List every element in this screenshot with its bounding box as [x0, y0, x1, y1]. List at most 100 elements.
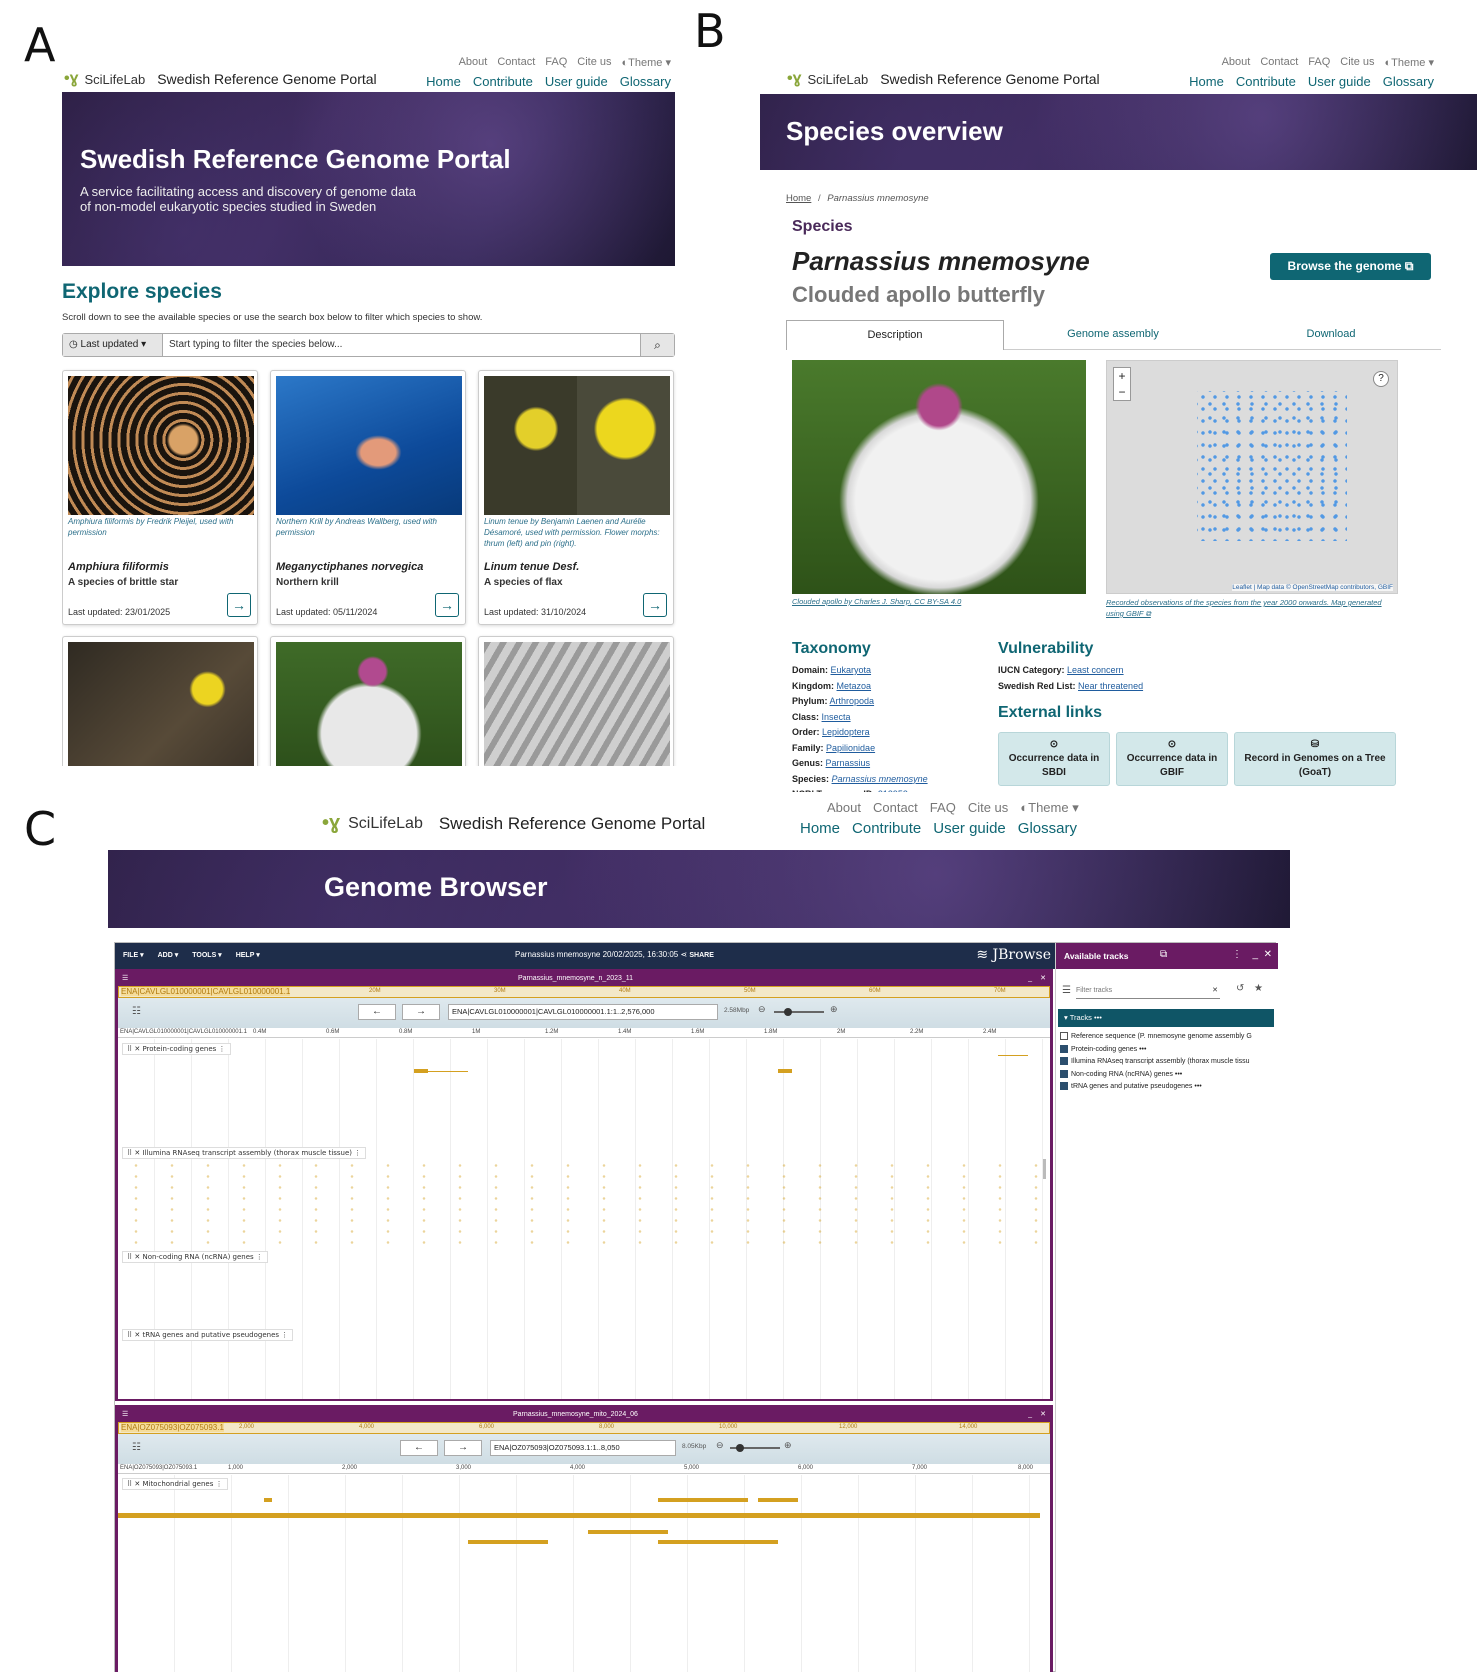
- minimize-icon[interactable]: _: [1028, 1408, 1032, 1422]
- clear-icon[interactable]: ✕: [1212, 983, 1218, 999]
- minimize-icon[interactable]: _: [1028, 972, 1032, 986]
- tracks-area[interactable]: ⠿ ✕ Mitochondrial genes ⋮: [118, 1475, 1050, 1672]
- close-icon[interactable]: ✕: [1040, 1408, 1046, 1422]
- track-item-ncrna[interactable]: Non-coding RNA (ncRNA) genes •••: [1060, 1069, 1278, 1082]
- site-logo[interactable]: •ɣ SciLifeLab Swedish Reference Genome P…: [787, 70, 1100, 88]
- arrow-right-icon[interactable]: →: [435, 593, 459, 617]
- menu-help[interactable]: HELP ▾: [236, 951, 260, 959]
- track-header[interactable]: ⠿ ✕ Non-coding RNA (ncRNA) genes ⋮: [122, 1251, 268, 1263]
- view-menu-icon[interactable]: ☰: [122, 1408, 128, 1422]
- more-menu-icon[interactable]: ⋮: [1232, 949, 1242, 960]
- checkbox-checked[interactable]: [1060, 1069, 1068, 1078]
- gene-feature[interactable]: [658, 1540, 778, 1544]
- map-caption[interactable]: Recorded observations of the species fro…: [1106, 597, 1398, 619]
- faq-link[interactable]: FAQ: [1308, 56, 1330, 69]
- arrow-right-icon[interactable]: →: [227, 593, 251, 617]
- help-icon[interactable]: ?: [1373, 371, 1389, 387]
- cite-link[interactable]: Cite us: [1340, 56, 1374, 69]
- nav-glossary[interactable]: Glossary: [1018, 820, 1077, 837]
- occurrence-map[interactable]: + − ? Leaflet | Map data © OpenStreetMap …: [1106, 360, 1398, 594]
- track-selector-icon[interactable]: ☷: [132, 1442, 141, 1453]
- drag-handle-icon[interactable]: ⠿ ✕: [127, 1480, 142, 1488]
- zoom-slider[interactable]: [774, 1008, 824, 1016]
- close-icon[interactable]: ✕: [1264, 949, 1272, 960]
- zoom-out-icon[interactable]: ⊖: [716, 1440, 724, 1451]
- search-icon[interactable]: ⌕: [640, 334, 674, 356]
- sort-dropdown[interactable]: ◷ Last updated ▾: [63, 334, 163, 356]
- cite-link[interactable]: Cite us: [968, 800, 1008, 816]
- scrollbar[interactable]: [1043, 1159, 1046, 1179]
- zoom-in-icon[interactable]: +: [1114, 368, 1130, 384]
- favorite-star-icon[interactable]: ★: [1254, 983, 1263, 994]
- zoom-in-icon[interactable]: ⊕: [830, 1004, 838, 1015]
- taxonomy-value[interactable]: Arthropoda: [830, 696, 875, 706]
- map-zoom-controls[interactable]: + −: [1113, 367, 1131, 401]
- gbif-link-button[interactable]: ⊙ Occurrence data in GBIF: [1116, 732, 1228, 786]
- search-input[interactable]: Start typing to filter the species below…: [169, 334, 342, 356]
- drag-handle-icon[interactable]: ⠿ ✕: [127, 1045, 142, 1053]
- pan-left-button[interactable]: ←: [358, 1004, 396, 1020]
- taxonomy-value[interactable]: Parnassius mnemosyne: [832, 774, 928, 784]
- track-header[interactable]: ⠿ ✕ Mitochondrial genes ⋮: [122, 1478, 228, 1490]
- iucn-value[interactable]: Least concern: [1067, 665, 1124, 675]
- nav-contribute[interactable]: Contribute: [473, 74, 533, 89]
- tab-genome-assembly[interactable]: Genome assembly: [1004, 320, 1222, 350]
- photo-caption[interactable]: Clouded apollo by Charles J. Sharp, CC B…: [792, 597, 961, 606]
- zoom-in-icon[interactable]: ⊕: [784, 1440, 792, 1451]
- species-card[interactable]: Linum tenue by Benjamin Laenen and Aurél…: [478, 370, 674, 625]
- drag-handle-icon[interactable]: ⠿ ✕: [127, 1331, 142, 1339]
- overview-scale[interactable]: ENA|OZ075093|OZ075093.1 2,000 4,000 6,00…: [118, 1422, 1050, 1434]
- nav-glossary[interactable]: Glossary: [1383, 74, 1434, 89]
- tab-description[interactable]: Description: [786, 320, 1004, 350]
- cite-link[interactable]: Cite us: [577, 56, 611, 69]
- redlist-value[interactable]: Near threatened: [1078, 681, 1143, 691]
- gene-feature[interactable]: [588, 1530, 668, 1534]
- taxonomy-value[interactable]: Metazoa: [837, 681, 872, 691]
- checkbox-unchecked[interactable]: [1060, 1032, 1068, 1041]
- species-card[interactable]: [62, 636, 258, 766]
- session-name[interactable]: Parnassius mnemosyne 20/02/2025, 16:30:0…: [515, 950, 678, 959]
- track-item-protein-coding[interactable]: Protein-coding genes •••: [1060, 1044, 1278, 1057]
- zoom-out-icon[interactable]: ⊖: [758, 1004, 766, 1015]
- faq-link[interactable]: FAQ: [930, 800, 956, 816]
- track-header[interactable]: ⠿ ✕ Protein-coding genes ⋮: [122, 1043, 231, 1055]
- history-icon[interactable]: ↺: [1236, 983, 1244, 994]
- pan-left-button[interactable]: ←: [400, 1440, 438, 1456]
- theme-dropdown[interactable]: ◐Theme ▾: [1385, 56, 1434, 69]
- species-card[interactable]: [270, 636, 466, 766]
- tracks-category-header[interactable]: ▾ Tracks •••: [1058, 1009, 1274, 1027]
- nav-contribute[interactable]: Contribute: [1236, 74, 1296, 89]
- gene-feature[interactable]: [468, 1540, 548, 1544]
- gene-feature[interactable]: [658, 1498, 748, 1502]
- site-logo[interactable]: •ɣ SciLifeLab Swedish Reference Genome P…: [64, 70, 377, 88]
- taxonomy-value[interactable]: Lepidoptera: [822, 727, 870, 737]
- pan-right-button[interactable]: →: [444, 1440, 482, 1456]
- about-link[interactable]: About: [827, 800, 861, 816]
- taxonomy-value[interactable]: Parnassius: [826, 758, 871, 768]
- checkbox-checked[interactable]: [1060, 1044, 1068, 1053]
- menu-file[interactable]: FILE ▾: [123, 951, 144, 959]
- menu-icon[interactable]: ☰: [1062, 985, 1071, 996]
- view-menu-icon[interactable]: ☰: [122, 972, 128, 986]
- nav-home[interactable]: Home: [800, 820, 840, 837]
- taxonomy-value[interactable]: Insecta: [822, 712, 851, 722]
- track-header[interactable]: ⠿ ✕ Illumina RNAseq transcript assembly …: [122, 1147, 367, 1159]
- locus-input[interactable]: ENA|CAVLGL010000001|CAVLGL010000001.1:1.…: [448, 1004, 718, 1020]
- track-item-rnaseq[interactable]: Illumina RNAseq transcript assembly (tho…: [1060, 1056, 1278, 1069]
- gene-feature[interactable]: [414, 1069, 428, 1073]
- arrow-right-icon[interactable]: →: [643, 593, 667, 617]
- tracks-area[interactable]: ⠿ ✕ Protein-coding genes ⋮ ⠿ ✕ Illumina …: [118, 1039, 1050, 1399]
- share-button[interactable]: SHARE: [689, 952, 714, 959]
- zoom-slider[interactable]: [730, 1444, 780, 1452]
- about-link[interactable]: About: [1222, 56, 1251, 69]
- tab-download[interactable]: Download: [1222, 320, 1440, 350]
- nav-contribute[interactable]: Contribute: [852, 820, 921, 837]
- nav-user-guide[interactable]: User guide: [545, 74, 608, 89]
- species-card[interactable]: Amphiura filiformis by Fredrik Pleijel, …: [62, 370, 258, 625]
- source-feature[interactable]: [118, 1513, 1040, 1518]
- taxonomy-value[interactable]: Eukaryota: [831, 665, 872, 675]
- gene-feature[interactable]: [778, 1069, 792, 1073]
- theme-dropdown[interactable]: ◐Theme ▾: [622, 56, 671, 69]
- pan-right-button[interactable]: →: [402, 1004, 440, 1020]
- drag-handle-icon[interactable]: ⠿ ✕: [127, 1149, 142, 1157]
